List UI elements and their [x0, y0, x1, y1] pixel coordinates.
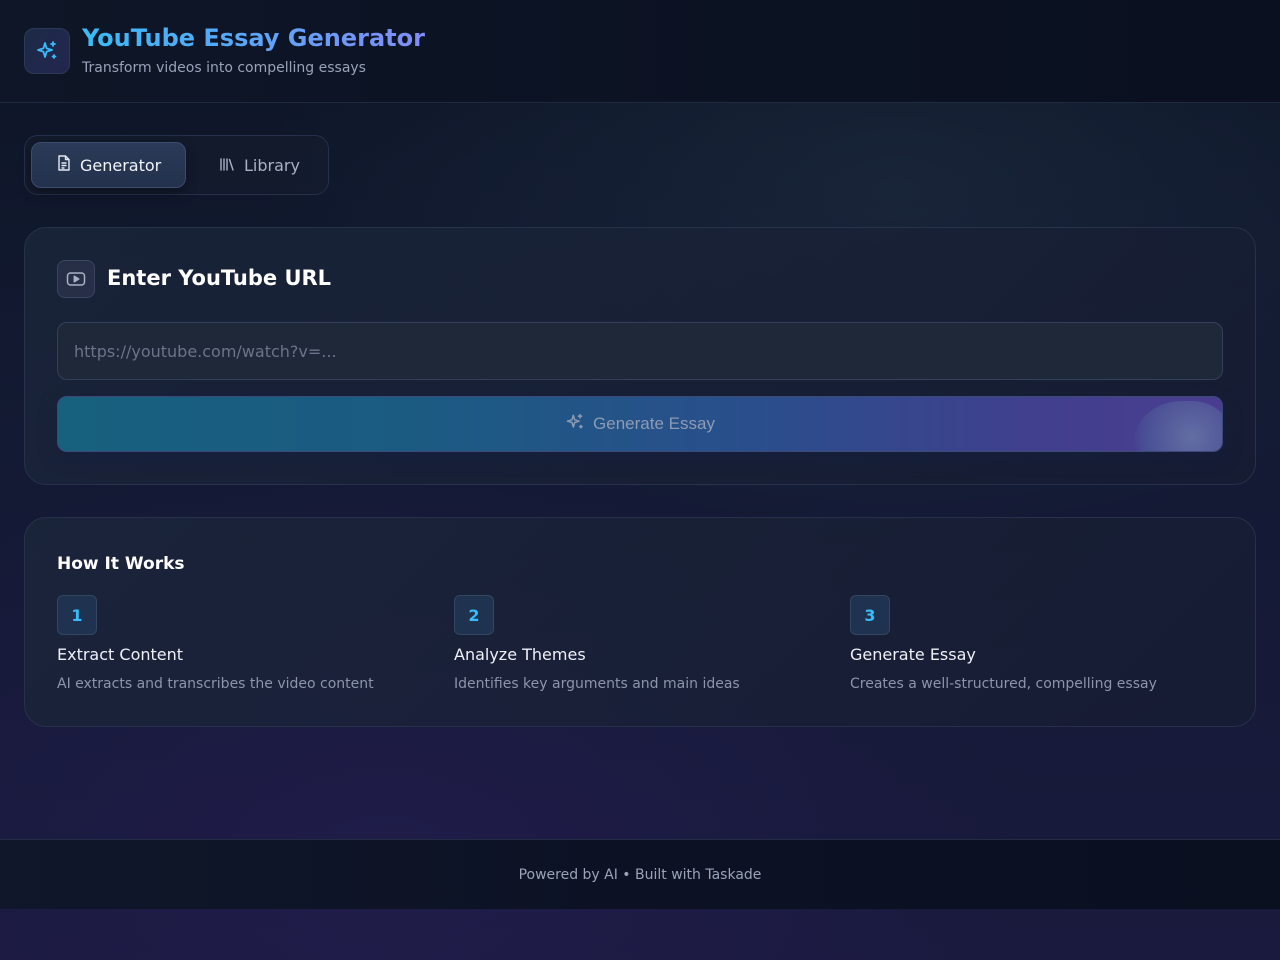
url-card: Enter YouTube URL Generate Essay — [24, 227, 1256, 485]
app-title: YouTube Essay Generator — [82, 24, 425, 52]
app-footer: Powered by AI • Built with Taskade — [0, 839, 1280, 909]
how-it-works-card: How It Works 1 Extract Content AI extrac… — [24, 517, 1256, 727]
app-subtitle: Transform videos into compelling essays — [82, 60, 366, 76]
generate-essay-button[interactable]: Generate Essay — [57, 396, 1223, 452]
step-description: Creates a well-structured, compelling es… — [850, 676, 1157, 692]
step-title: Generate Essay — [850, 645, 976, 664]
youtube-url-input[interactable] — [57, 322, 1223, 380]
sparkles-icon — [565, 412, 585, 437]
url-heading: Enter YouTube URL — [107, 266, 332, 290]
step-number: 1 — [57, 595, 97, 635]
step-item: 3 Generate Essay Creates a well-structur… — [850, 595, 1230, 692]
step-description: AI extracts and transcribes the video co… — [57, 676, 374, 692]
step-number: 3 — [850, 595, 890, 635]
tab-library[interactable]: Library — [215, 142, 325, 188]
document-icon — [57, 155, 71, 175]
footer-text: Powered by AI • Built with Taskade — [518, 866, 762, 883]
tab-bar: Generator Library — [24, 135, 329, 195]
youtube-icon — [57, 260, 95, 298]
tab-generator-label: Generator — [80, 155, 162, 175]
step-number: 2 — [454, 595, 494, 635]
how-it-works-title: How It Works — [57, 554, 185, 574]
step-item: 1 Extract Content AI extracts and transc… — [57, 595, 437, 692]
step-item: 2 Analyze Themes Identifies key argument… — [454, 595, 834, 692]
generate-essay-label: Generate Essay — [593, 414, 715, 433]
library-icon — [219, 156, 235, 175]
button-glow — [1132, 401, 1222, 451]
step-title: Extract Content — [57, 645, 184, 664]
tab-library-label: Library — [244, 155, 300, 175]
tab-generator[interactable]: Generator — [31, 142, 186, 188]
sparkles-icon — [24, 28, 70, 74]
step-title: Analyze Themes — [454, 645, 586, 664]
app-header: YouTube Essay Generator Transform videos… — [0, 0, 1280, 103]
step-description: Identifies key arguments and main ideas — [454, 676, 740, 692]
